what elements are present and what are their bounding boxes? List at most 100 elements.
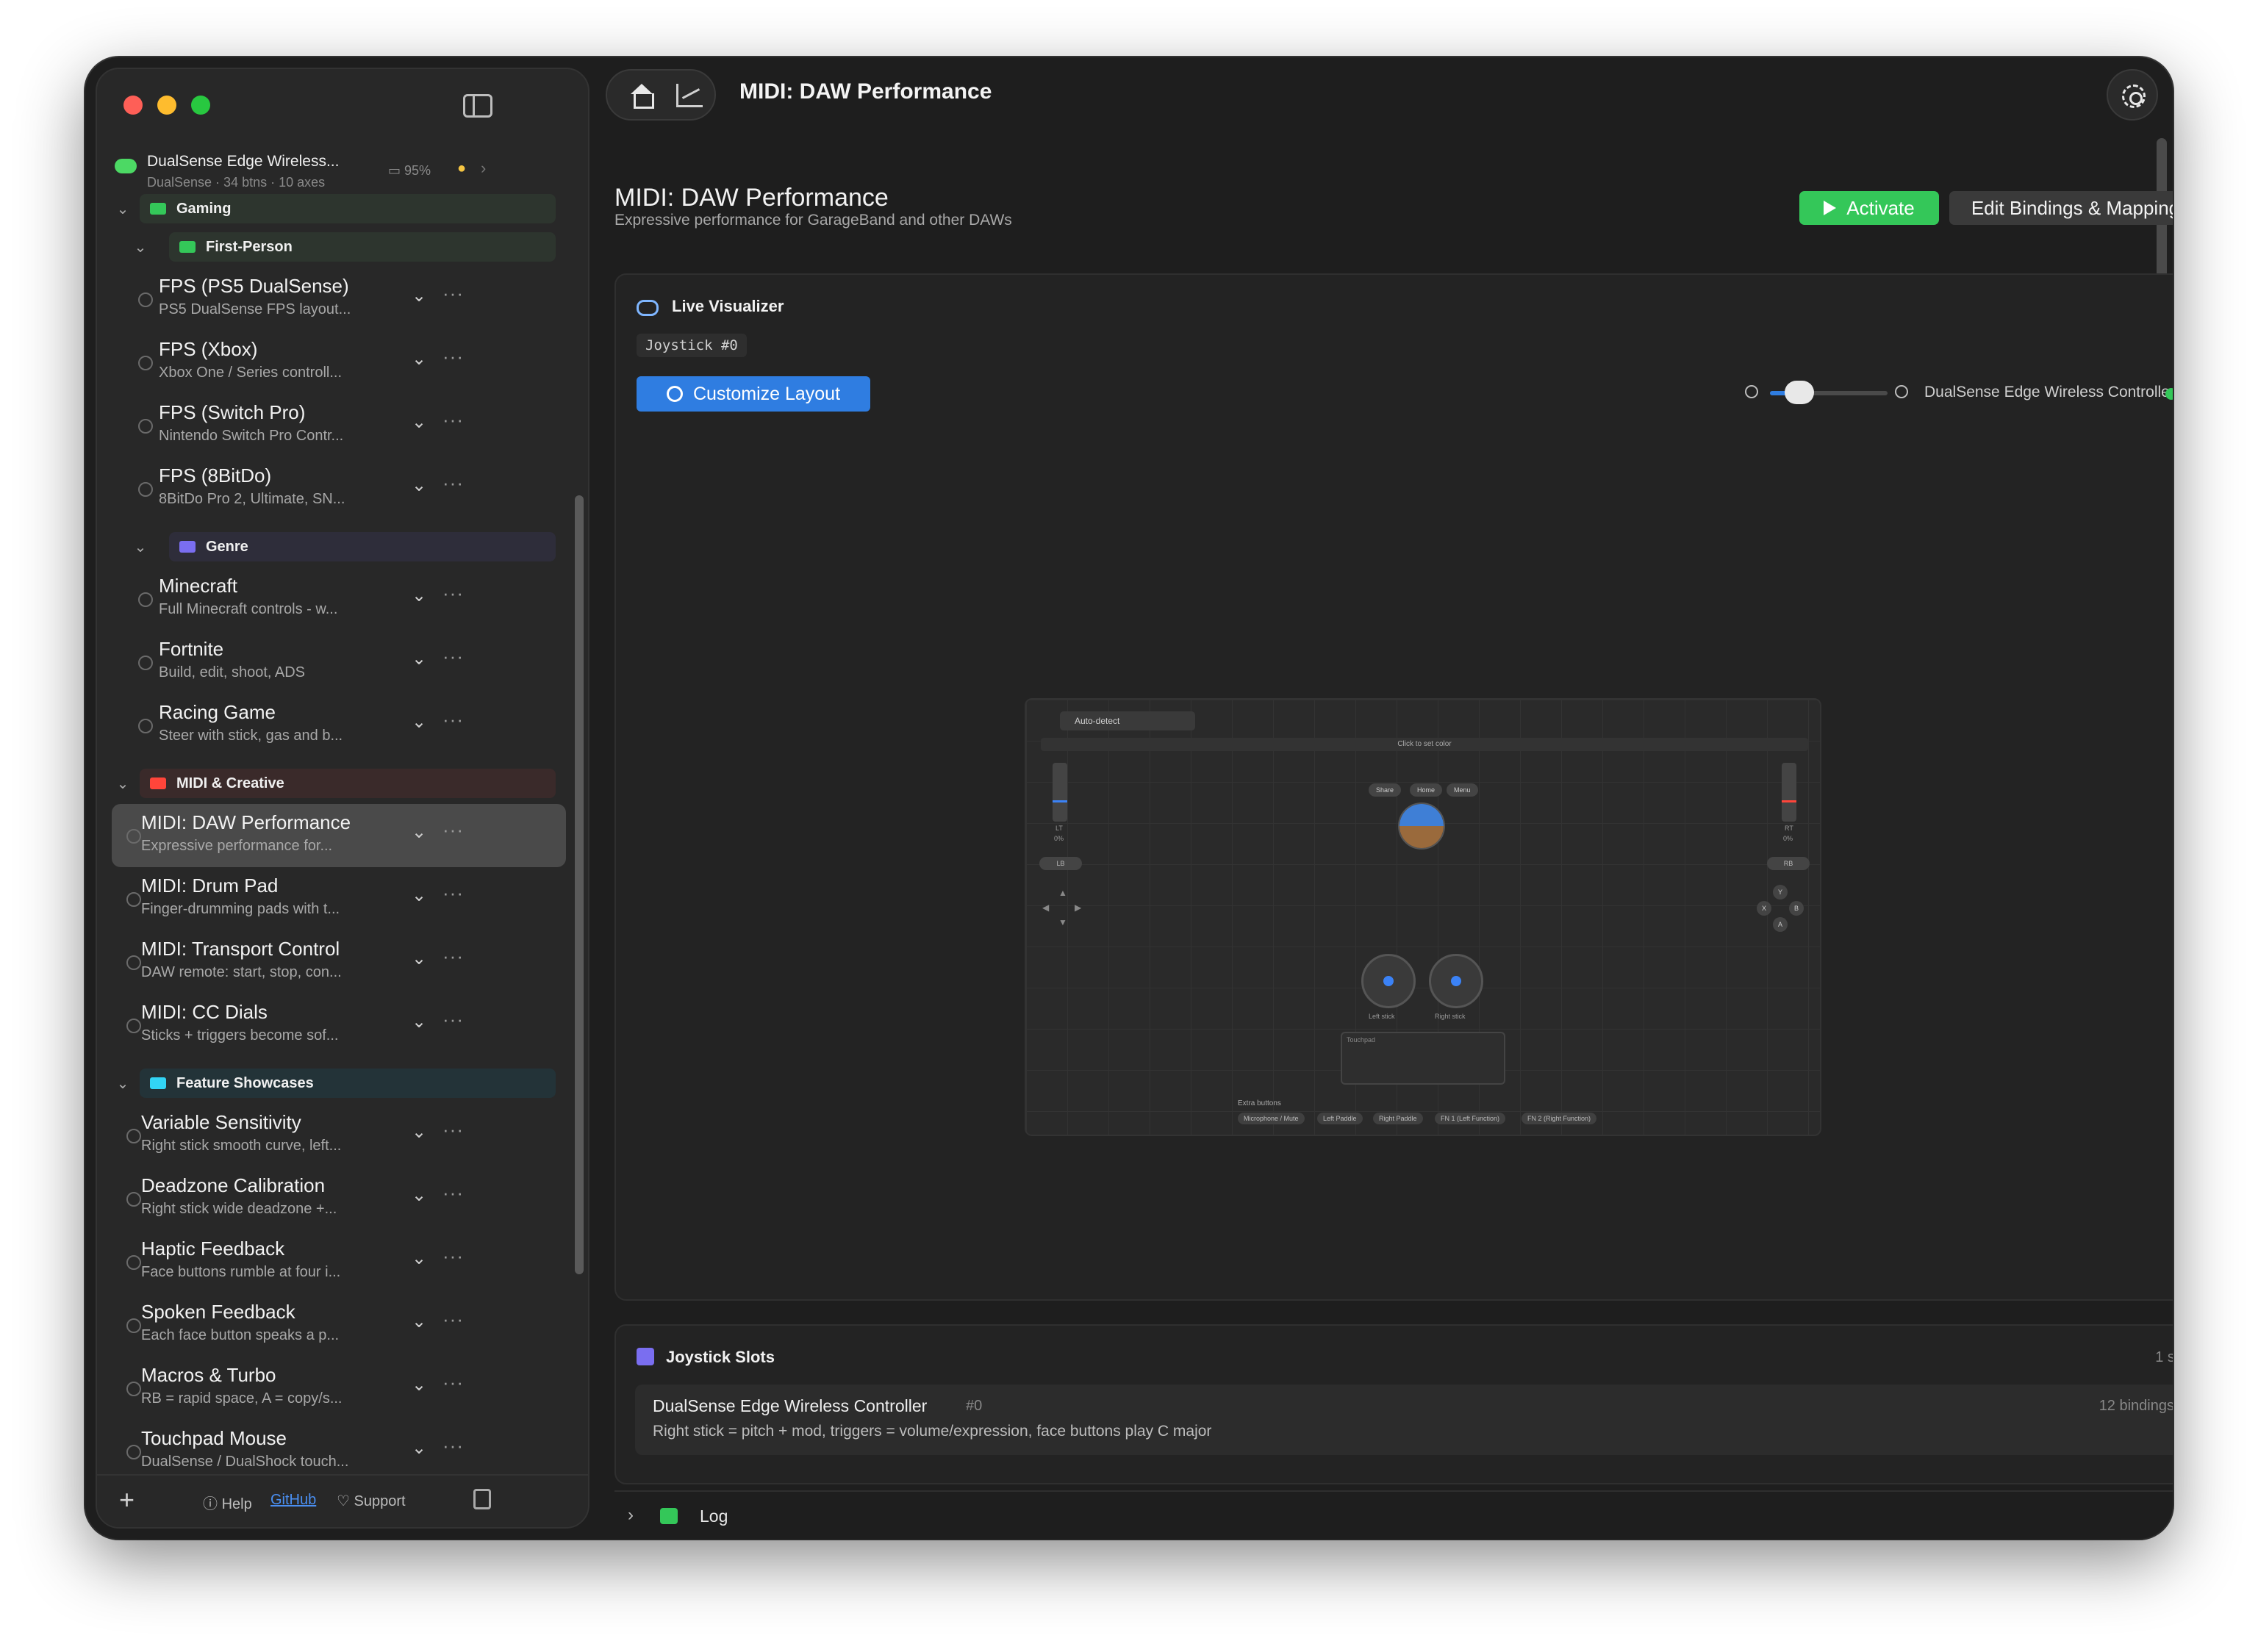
more-icon[interactable]: ··· [442,472,464,495]
group-midi-creative[interactable]: ⌄ MIDI & Creative [97,769,588,798]
list-item[interactable]: FPS (8BitDo) 8BitDo Pro 2, Ultimate, SN.… [112,457,566,520]
list-item[interactable]: Racing Game Steer with stick, gas and b.… [112,694,566,757]
github-link[interactable]: GitHub [270,1492,316,1509]
radio-icon[interactable] [126,1192,141,1207]
list-item[interactable]: Spoken Feedback Each face button speaks … [112,1293,566,1357]
list-item[interactable]: Macros & Turbo RB = rapid space, A = cop… [112,1357,566,1420]
radio-icon[interactable] [126,1129,141,1143]
radio-icon[interactable] [126,1318,141,1333]
zoom-out-icon[interactable] [1745,385,1758,398]
chevron-down-icon[interactable]: ⌄ [412,885,426,906]
list-item[interactable]: Minecraft Full Minecraft controls - w...… [112,567,566,631]
group-gaming[interactable]: ⌄ Gaming [97,194,588,223]
home-icon[interactable] [628,84,654,109]
list-item[interactable]: MIDI: CC Dials Sticks + triggers become … [112,994,566,1057]
chevron-down-icon[interactable]: ⌄ [129,238,151,256]
list-item[interactable]: MIDI: Transport Control DAW remote: star… [112,930,566,994]
chevron-down-icon[interactable]: ⌄ [412,648,426,669]
zoom-slider[interactable] [1770,381,1888,404]
chevron-down-icon[interactable]: ⌄ [412,348,426,370]
list-item[interactable]: Fortnite Build, edit, shoot, ADS ⌄ ··· [112,631,566,694]
list-item[interactable]: MIDI: Drum Pad Finger-drumming pads with… [112,867,566,930]
zoom-in-icon[interactable] [1895,385,1908,398]
device-header[interactable]: DualSense Edge Wireless... DualSense · 3… [97,148,588,198]
more-icon[interactable]: ··· [442,1008,464,1031]
more-icon[interactable]: ··· [442,582,464,605]
radio-icon[interactable] [126,1445,141,1459]
chevron-down-icon[interactable]: ⌄ [129,538,151,556]
log-bar[interactable]: › Log [614,1490,2173,1539]
chevron-down-icon[interactable]: ⌄ [412,822,426,843]
group-first-person[interactable]: ⌄ First-Person [97,232,588,262]
radio-icon[interactable] [138,482,153,497]
list-item[interactable]: FPS (PS5 DualSense) PS5 DualSense FPS la… [112,267,566,331]
chevron-down-icon[interactable]: ⌄ [412,285,426,306]
more-icon[interactable]: ··· [442,1371,464,1394]
chevron-down-icon[interactable]: ⌄ [412,1374,426,1396]
more-icon[interactable]: ··· [442,409,464,431]
chevron-right-icon[interactable]: › [481,159,486,178]
radio-icon[interactable] [138,419,153,434]
group-feature-showcases[interactable]: ⌄ Feature Showcases [97,1069,588,1098]
chevron-down-icon[interactable]: ⌄ [112,775,134,793]
more-icon[interactable]: ··· [442,1118,464,1141]
list-item-selected[interactable]: MIDI: DAW Performance Expressive perform… [112,804,566,867]
activate-button[interactable]: Activate [1799,191,1939,225]
more-icon[interactable]: ··· [442,282,464,305]
list-item[interactable]: FPS (Switch Pro) Nintendo Switch Pro Con… [112,394,566,457]
group-genre[interactable]: ⌄ Genre [97,532,588,561]
chevron-down-icon[interactable]: ⌄ [412,412,426,433]
list-item[interactable]: Variable Sensitivity Right stick smooth … [112,1104,566,1167]
more-icon[interactable]: ··· [442,945,464,968]
chevron-down-icon[interactable]: ⌄ [412,1248,426,1269]
radio-icon[interactable] [126,1019,141,1033]
chevron-down-icon[interactable]: ⌄ [412,1185,426,1206]
radio-icon[interactable] [138,656,153,670]
chevron-down-icon[interactable]: ⌄ [412,1437,426,1459]
sidebar-scrollbar[interactable] [575,495,584,1274]
radio-icon[interactable] [126,1255,141,1270]
customize-layout-button[interactable]: Customize Layout [637,376,870,412]
sidebar-toggle-icon[interactable] [463,94,492,118]
more-icon[interactable]: ··· [442,708,464,731]
slot-row[interactable]: DualSense Edge Wireless Controller #0 Ri… [635,1385,2173,1455]
more-icon[interactable]: ··· [442,1434,464,1457]
add-profile-button[interactable]: + [119,1484,135,1515]
chevron-down-icon[interactable]: ⌄ [412,711,426,733]
radio-icon[interactable] [126,892,141,907]
layout-select[interactable]: Auto-detect [1060,711,1195,730]
radio-icon[interactable] [126,955,141,970]
edit-bindings-button[interactable]: Edit Bindings & Mappings [1949,191,2173,225]
radio-icon[interactable] [126,1382,141,1396]
chevron-down-icon[interactable]: ⌄ [112,1074,134,1093]
chevron-down-icon[interactable]: ⌄ [412,1311,426,1332]
radio-icon[interactable] [138,292,153,307]
list-item[interactable]: Deadzone Calibration Right stick wide de… [112,1167,566,1230]
chevron-down-icon[interactable]: ⌄ [412,948,426,969]
zoom-slider-knob[interactable] [1785,381,1814,404]
close-window-button[interactable] [123,96,143,115]
lightbulb-icon[interactable]: ● [457,160,466,177]
help-link[interactable]: ⓘ Help [203,1492,252,1513]
zoom-window-button[interactable] [191,96,210,115]
more-icon[interactable]: ··· [442,645,464,668]
chevron-down-icon[interactable]: ⌄ [412,1121,426,1143]
more-icon[interactable]: ··· [442,1182,464,1204]
list-item[interactable]: Haptic Feedback Face buttons rumble at f… [112,1230,566,1293]
color-bar[interactable]: Click to set color [1041,738,1808,751]
radio-icon[interactable] [126,829,141,844]
more-icon[interactable]: ··· [442,345,464,368]
more-icon[interactable]: ··· [442,1308,464,1331]
more-icon[interactable]: ··· [442,882,464,905]
chevron-right-icon[interactable]: › [628,1505,634,1526]
list-item[interactable]: FPS (Xbox) Xbox One / Series controll...… [112,331,566,394]
chevron-down-icon[interactable]: ⌄ [112,200,134,218]
export-icon[interactable] [473,1489,491,1509]
radio-icon[interactable] [138,719,153,733]
more-icon[interactable]: ··· [442,819,464,841]
chevron-down-icon[interactable]: ⌄ [412,585,426,606]
radio-icon[interactable] [138,356,153,370]
settings-button[interactable] [2107,69,2158,121]
support-link[interactable]: ♡ Support [337,1492,406,1510]
chevron-down-icon[interactable]: ⌄ [412,475,426,496]
